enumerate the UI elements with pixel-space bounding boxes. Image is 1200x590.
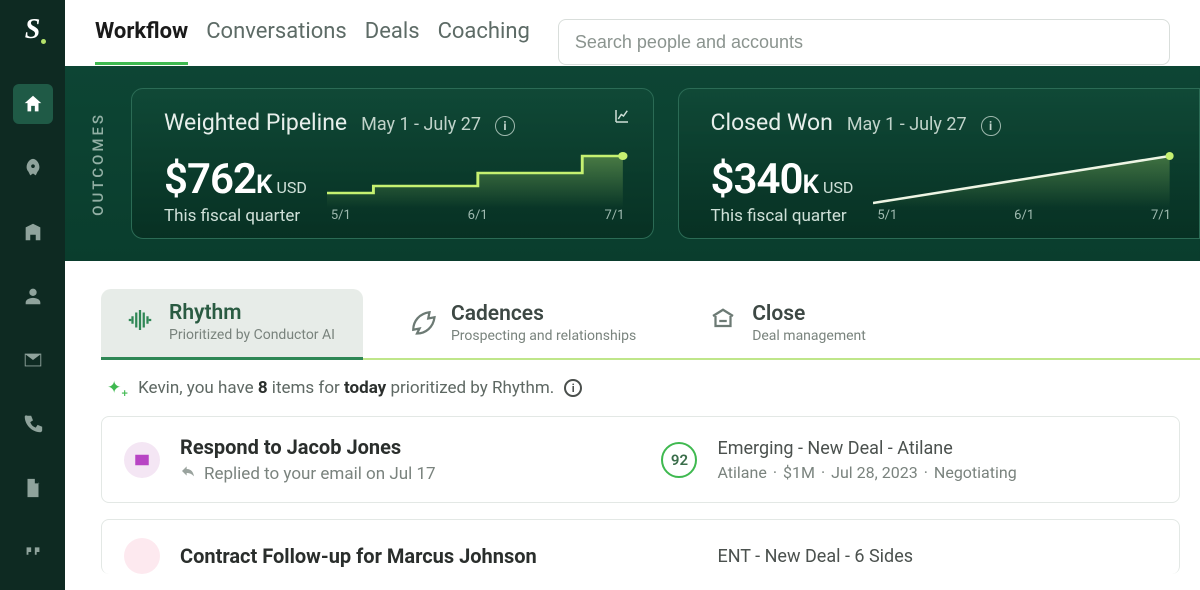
task-title: Respond to Jacob Jones (180, 435, 641, 459)
card-currency: USD (276, 178, 306, 197)
tick: 6/1 (468, 208, 488, 223)
sidebar-item-home[interactable] (13, 84, 53, 124)
sidebar-item-accounts[interactable] (13, 212, 53, 252)
info-icon[interactable]: i (564, 379, 582, 397)
nav-workflow[interactable]: Workflow (95, 19, 188, 65)
sidebar-item-quotes[interactable] (13, 532, 53, 572)
phone-icon (22, 413, 44, 435)
sidebar-item-email[interactable] (13, 340, 53, 380)
mail-icon (133, 451, 151, 469)
rocket-icon (22, 157, 44, 179)
summary-today: today (344, 378, 386, 398)
chart-icon[interactable] (613, 107, 631, 129)
task-title: Contract Follow-up for Marcus Johnson (180, 544, 641, 568)
summary-count: 8 (258, 378, 268, 398)
card-date-range: May 1 - July 27 (847, 114, 967, 135)
task-type-icon (124, 442, 160, 478)
tick: 7/1 (605, 208, 625, 223)
tick: 5/1 (331, 208, 351, 223)
tab-title: Cadences (451, 302, 636, 326)
sidebar-item-people[interactable] (13, 276, 53, 316)
card-title: Closed Won (711, 109, 833, 136)
info-icon[interactable]: i (495, 116, 515, 136)
email-icon (22, 349, 44, 371)
closedwon-sparkline: 5/1 6/1 7/1 (873, 148, 1175, 226)
outcomes-band: OUTCOMES Weighted Pipeline May 1 - July … (65, 66, 1200, 261)
task-score: 92 (661, 442, 697, 478)
deal-name: ENT - New Deal - 6 Sides (717, 546, 1157, 567)
tick: 7/1 (1151, 208, 1171, 223)
task-card[interactable]: Respond to Jacob Jones Replied to your e… (101, 416, 1180, 503)
task-type-icon (124, 538, 160, 574)
tab-cadences[interactable]: Cadences Prospecting and relationships (383, 289, 664, 358)
tab-title: Rhythm (169, 301, 335, 325)
closed-won-card[interactable]: Closed Won May 1 - July 27 i $340K USD Th… (678, 88, 1200, 239)
summary-suffix: prioritized by Rhythm. (386, 378, 554, 398)
topbar: Workflow Conversations Deals Coaching (65, 0, 1200, 66)
sidebar-item-rocket[interactable] (13, 148, 53, 188)
rhythm-icon (125, 305, 155, 339)
content-area: Rhythm Prioritized by Conductor AI Caden… (65, 261, 1200, 590)
home-icon (22, 93, 44, 115)
top-nav: Workflow Conversations Deals Coaching (95, 19, 530, 65)
card-date-range: May 1 - July 27 (361, 114, 481, 135)
task-meta: Replied to your email on Jul 17 (204, 464, 436, 484)
reply-icon (180, 463, 196, 484)
card-subtitle: This fiscal quarter (164, 206, 307, 226)
card-currency: USD (823, 178, 853, 197)
tick: 6/1 (1014, 208, 1034, 223)
tab-title: Close (752, 302, 866, 326)
summary-line: ✦₊ Kevin, you have 8 items for today pri… (101, 360, 1200, 416)
logo: S (25, 14, 41, 46)
summary-prefix: Kevin, you have (138, 378, 258, 398)
nav-coaching[interactable]: Coaching (438, 19, 530, 65)
quote-icon (22, 541, 44, 563)
sidebar: S (0, 0, 65, 590)
card-unit: K (802, 170, 818, 200)
tab-close[interactable]: Close Deal management (684, 289, 894, 358)
sidebar-item-document[interactable] (13, 468, 53, 508)
cadences-icon (407, 306, 437, 340)
weighted-pipeline-card[interactable]: Weighted Pipeline May 1 - July 27 i $762… (131, 88, 654, 239)
building-icon (22, 221, 44, 243)
card-unit: K (256, 170, 272, 200)
document-icon (22, 477, 44, 499)
tab-subtitle: Prospecting and relationships (451, 328, 636, 344)
person-icon (22, 285, 44, 307)
card-value: $762 (164, 155, 256, 204)
card-title: Weighted Pipeline (164, 109, 347, 136)
search-input[interactable] (558, 19, 1170, 65)
tab-subtitle: Prioritized by Conductor AI (169, 327, 335, 343)
tab-rhythm[interactable]: Rhythm Prioritized by Conductor AI (101, 289, 363, 360)
close-tab-icon (708, 306, 738, 340)
deal-name: Emerging - New Deal - Atilane (717, 438, 1157, 459)
nav-conversations[interactable]: Conversations (206, 19, 347, 65)
outcomes-label: OUTCOMES (89, 112, 107, 216)
summary-mid: items for (268, 378, 344, 398)
tab-subtitle: Deal management (752, 328, 866, 344)
sidebar-item-phone[interactable] (13, 404, 53, 444)
card-value: $340 (711, 155, 803, 204)
tick: 5/1 (877, 208, 897, 223)
task-card[interactable]: Contract Follow-up for Marcus Johnson EN… (101, 519, 1180, 574)
card-subtitle: This fiscal quarter (711, 206, 854, 226)
info-icon[interactable]: i (981, 116, 1001, 136)
nav-deals[interactable]: Deals (365, 19, 420, 65)
subtabs: Rhythm Prioritized by Conductor AI Caden… (101, 289, 1200, 360)
deal-meta: Atilane·$1M·Jul 28, 2023·Negotiating (717, 463, 1157, 482)
sparkle-icon: ✦₊ (107, 378, 128, 398)
pipeline-sparkline: 5/1 6/1 7/1 (327, 148, 629, 226)
